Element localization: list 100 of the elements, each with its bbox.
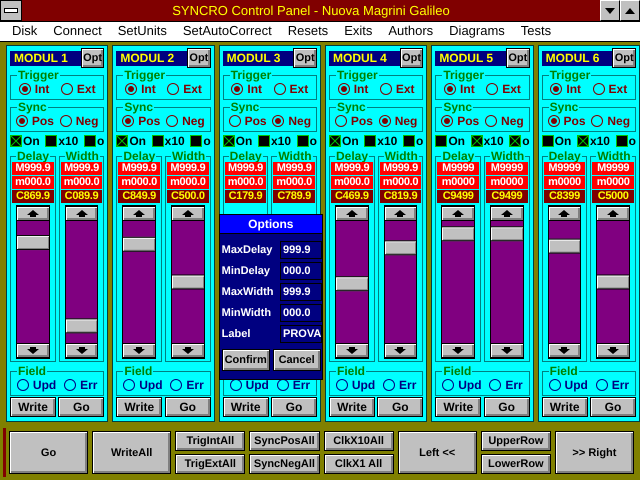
- menu-item[interactable]: Tests: [512, 22, 560, 41]
- radio-button[interactable]: Upd: [548, 378, 588, 392]
- checkbox[interactable]: o: [190, 134, 211, 148]
- scroll-up-button[interactable]: [548, 206, 580, 221]
- module-button[interactable]: Go: [164, 397, 211, 417]
- toolbar-button[interactable]: UpperRow: [480, 431, 551, 451]
- module-button[interactable]: Write: [542, 397, 588, 417]
- module-button[interactable]: Go: [377, 397, 424, 417]
- vertical-slider[interactable]: [334, 205, 369, 359]
- maximize-button[interactable]: [620, 0, 640, 21]
- dialog-button[interactable]: Confirm: [222, 349, 270, 371]
- toolbar-button[interactable]: LowerRow: [480, 454, 551, 474]
- toolbar-button[interactable]: SyncPosAll: [249, 431, 320, 451]
- module-button[interactable]: Go: [270, 397, 317, 417]
- module-button[interactable]: Go: [58, 397, 104, 417]
- radio-button[interactable]: Err: [383, 378, 416, 392]
- radio-button[interactable]: Upd: [16, 378, 56, 392]
- radio-button[interactable]: Ext: [274, 82, 308, 96]
- checkbox[interactable]: On: [10, 134, 40, 148]
- input-field[interactable]: 000.0: [280, 304, 322, 322]
- radio-button[interactable]: Int: [231, 82, 262, 96]
- radio-button[interactable]: Ext: [592, 82, 628, 96]
- checkbox[interactable]: o: [616, 134, 636, 148]
- input-field[interactable]: PROVA: [280, 324, 322, 342]
- checkbox[interactable]: On: [328, 134, 359, 148]
- slider-thumb[interactable]: [66, 318, 98, 334]
- scroll-down-button[interactable]: [66, 343, 98, 358]
- scroll-down-button[interactable]: [123, 343, 155, 358]
- scroll-up-button[interactable]: [384, 206, 416, 221]
- toolbar-button[interactable]: WriteAll: [92, 431, 172, 474]
- checkbox[interactable]: o: [296, 134, 317, 148]
- checkbox[interactable]: On: [222, 134, 252, 148]
- menu-item[interactable]: Resets: [280, 22, 336, 41]
- options-button[interactable]: Opt: [506, 48, 530, 68]
- radio-button[interactable]: Err: [276, 378, 310, 392]
- input-field[interactable]: 000.0: [280, 262, 322, 280]
- radio-button[interactable]: Neg: [60, 114, 98, 128]
- vertical-slider[interactable]: [441, 205, 475, 359]
- menu-item[interactable]: Disk: [4, 22, 46, 41]
- checkbox[interactable]: o: [402, 134, 424, 148]
- scroll-up-button[interactable]: [336, 206, 368, 221]
- radio-button[interactable]: Neg: [166, 114, 205, 128]
- checkbox[interactable]: x10: [45, 134, 78, 148]
- dialog-button[interactable]: Cancel: [272, 349, 321, 371]
- toolbar-button[interactable]: Left <<: [398, 431, 477, 474]
- module-button[interactable]: Write: [222, 397, 269, 417]
- vertical-slider[interactable]: [490, 205, 524, 359]
- scroll-down-button[interactable]: [336, 343, 368, 358]
- radio-button[interactable]: Err: [596, 378, 630, 392]
- options-button[interactable]: Opt: [293, 48, 317, 68]
- slider-thumb[interactable]: [123, 237, 155, 252]
- checkbox[interactable]: x10: [576, 134, 610, 148]
- radio-button[interactable]: Upd: [230, 378, 269, 392]
- radio-button[interactable]: Pos: [228, 114, 267, 128]
- radio-button[interactable]: Int: [550, 82, 582, 96]
- scroll-down-button[interactable]: [17, 343, 49, 358]
- radio-button[interactable]: Neg: [591, 114, 630, 128]
- menu-item[interactable]: Authors: [380, 22, 442, 41]
- radio-button[interactable]: Neg: [485, 114, 524, 128]
- slider-thumb[interactable]: [384, 240, 416, 256]
- scroll-down-button[interactable]: [548, 343, 580, 358]
- module-button[interactable]: Go: [590, 397, 636, 417]
- checkbox[interactable]: On: [542, 134, 572, 148]
- module-button[interactable]: Write: [10, 397, 56, 417]
- scroll-up-button[interactable]: [123, 206, 155, 221]
- toolbar-button[interactable]: ClkX1 All: [324, 454, 394, 474]
- slider-thumb[interactable]: [442, 226, 474, 242]
- slider-thumb[interactable]: [336, 276, 368, 292]
- module-button[interactable]: Go: [484, 397, 530, 417]
- slider-thumb[interactable]: [172, 274, 204, 290]
- options-button[interactable]: Opt: [187, 48, 211, 68]
- toolbar-button[interactable]: SyncNegAll: [249, 454, 320, 474]
- radio-button[interactable]: Pos: [122, 114, 160, 128]
- checkbox[interactable]: o: [509, 134, 530, 148]
- options-button[interactable]: Opt: [400, 48, 424, 68]
- scroll-up-button[interactable]: [17, 206, 49, 221]
- scroll-up-button[interactable]: [490, 206, 523, 221]
- vertical-slider[interactable]: [64, 205, 98, 359]
- menu-item[interactable]: Diagrams: [441, 22, 513, 41]
- module-button[interactable]: Write: [116, 397, 162, 417]
- slider-thumb[interactable]: [17, 234, 49, 250]
- module-button[interactable]: Write: [435, 397, 482, 417]
- scroll-up-button[interactable]: [66, 206, 98, 221]
- radio-button[interactable]: Pos: [441, 114, 480, 128]
- menu-item[interactable]: Connect: [45, 22, 110, 41]
- scroll-up-button[interactable]: [172, 206, 204, 221]
- radio-button[interactable]: Int: [338, 82, 368, 96]
- radio-button[interactable]: Int: [444, 82, 475, 96]
- menu-item[interactable]: SetUnits: [110, 22, 175, 41]
- radio-button[interactable]: Upd: [336, 378, 376, 392]
- radio-button[interactable]: Ext: [486, 82, 521, 96]
- input-field[interactable]: 999.9: [280, 282, 322, 300]
- input-field[interactable]: 999.9: [280, 240, 322, 258]
- radio-button[interactable]: Pos: [334, 114, 373, 128]
- scroll-down-button[interactable]: [597, 343, 629, 358]
- checkbox[interactable]: On: [435, 134, 465, 148]
- scroll-down-button[interactable]: [172, 343, 204, 358]
- slider-thumb[interactable]: [548, 238, 580, 254]
- menu-item[interactable]: SetAutoCorrect: [174, 22, 280, 41]
- minimize-button[interactable]: [600, 0, 620, 21]
